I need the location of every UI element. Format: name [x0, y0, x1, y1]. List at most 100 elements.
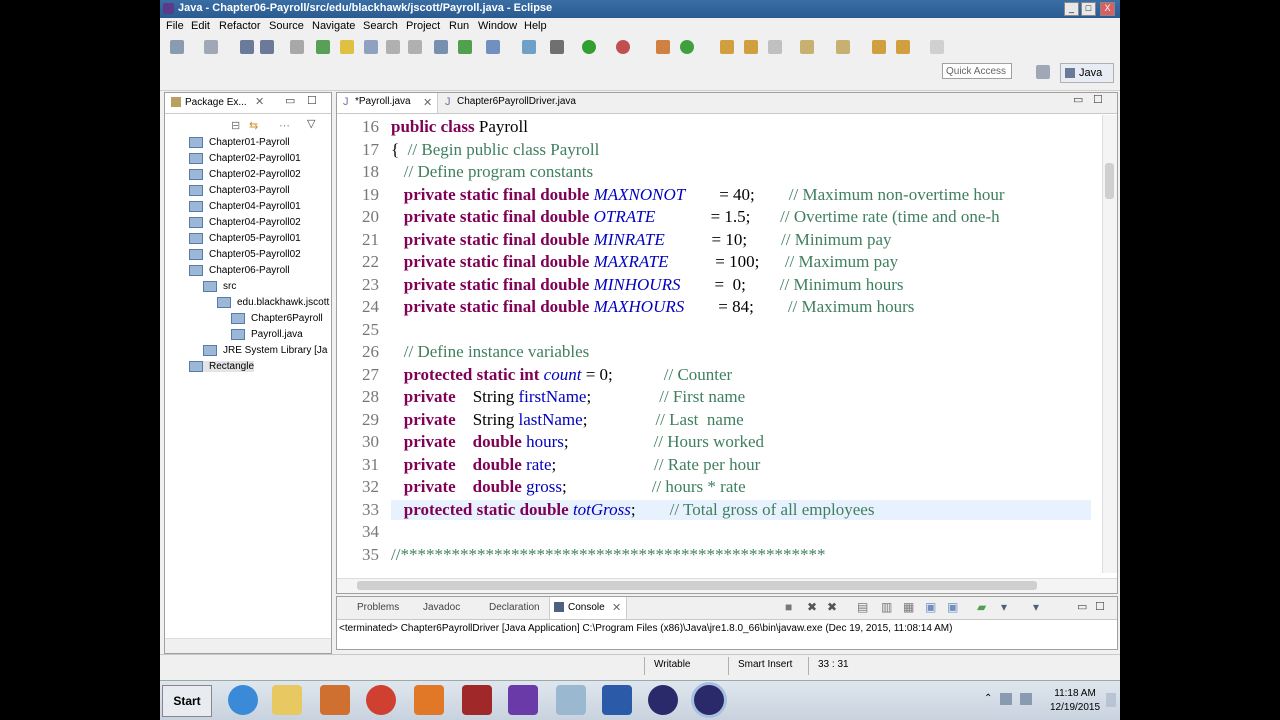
scroll-thumb[interactable] — [1105, 163, 1114, 199]
open-console-icon[interactable]: ▾ — [1033, 600, 1039, 614]
menu-refactor[interactable]: Refactor — [219, 20, 261, 32]
show-on-error-icon[interactable]: ▣ — [947, 600, 958, 614]
internet-explorer-icon[interactable] — [228, 685, 258, 715]
menu-source[interactable]: Source — [269, 20, 304, 32]
close-tab-icon[interactable]: ✕ — [423, 96, 432, 109]
save-all-icon[interactable] — [260, 40, 274, 54]
menu-search[interactable]: Search — [363, 20, 398, 32]
start-button[interactable]: Start — [162, 685, 212, 717]
tree-horizontal-scrollbar[interactable] — [165, 638, 331, 653]
menu-edit[interactable]: Edit — [191, 20, 210, 32]
hscroll-thumb[interactable] — [357, 581, 1037, 590]
tab-problems[interactable]: Problems — [357, 602, 399, 613]
tree-item[interactable]: Chapter03-Payroll — [189, 185, 290, 196]
clear-console-icon[interactable]: ▤ — [857, 600, 868, 614]
editor-horizontal-scrollbar[interactable] — [337, 578, 1117, 593]
menu-navigate[interactable]: Navigate — [312, 20, 355, 32]
editor-vertical-scrollbar[interactable] — [1102, 115, 1117, 573]
collapse-all-icon[interactable]: ⊟ — [231, 119, 240, 132]
last-edit-icon[interactable] — [872, 40, 886, 54]
minimize-console-icon[interactable]: ▭ — [1077, 600, 1087, 613]
whitespace-icon[interactable] — [408, 40, 422, 54]
tab-javadoc[interactable]: Javadoc — [423, 602, 460, 613]
link-editor-icon[interactable]: ⇆ — [249, 119, 258, 132]
tree-item[interactable]: Payroll.java — [231, 329, 303, 340]
next-annotation-icon[interactable] — [800, 40, 814, 54]
chrome-icon[interactable] — [366, 685, 396, 715]
tab-driver-java[interactable]: J Chapter6PayrollDriver.java — [441, 93, 601, 113]
close-tab-icon[interactable]: ✕ — [612, 601, 621, 614]
tree-item[interactable]: Rectangle — [189, 361, 255, 373]
tree-item[interactable]: Chapter01-Payroll — [189, 137, 290, 148]
terminate-icon[interactable]: ■ — [785, 600, 792, 614]
debug-config-icon[interactable] — [458, 40, 472, 54]
menu-help[interactable]: Help — [524, 20, 547, 32]
open-perspective-icon[interactable] — [1036, 65, 1050, 79]
menu-file[interactable]: File — [166, 20, 184, 32]
maximize-button[interactable]: □ — [1081, 2, 1096, 16]
close-tab-icon[interactable]: ✕ — [255, 95, 264, 108]
new-java-project-icon[interactable] — [656, 40, 670, 54]
visual-studio-icon[interactable] — [508, 685, 538, 715]
tree-item[interactable]: Chapter06-Payroll — [189, 265, 290, 276]
file-explorer-icon[interactable] — [272, 685, 302, 715]
tree-item[interactable]: Chapter02-Payroll02 — [189, 169, 301, 180]
volume-icon[interactable] — [1020, 693, 1032, 705]
open-task-icon[interactable] — [486, 40, 500, 54]
print-icon[interactable] — [290, 40, 304, 54]
show-desktop-icon[interactable] — [1106, 693, 1116, 707]
tree-item[interactable]: edu.blackhawk.jscott — [217, 297, 329, 308]
tab-payroll-java[interactable]: J *Payroll.java ✕ — [337, 93, 438, 113]
highlight-icon[interactable] — [340, 40, 354, 54]
access-icon[interactable] — [462, 685, 492, 715]
run-icon[interactable] — [582, 40, 596, 54]
block-select-icon[interactable] — [386, 40, 400, 54]
tree-item[interactable]: Chapter04-Payroll01 — [189, 201, 301, 212]
view-dropdown-icon[interactable]: ▽ — [307, 117, 315, 130]
view-menu-icon[interactable]: ⋯ — [279, 119, 290, 132]
minimize-editor-icon[interactable]: ▭ — [1073, 93, 1083, 106]
maximize-console-icon[interactable]: ☐ — [1095, 600, 1105, 613]
forward-icon[interactable] — [930, 40, 944, 54]
eclipse-active-icon[interactable] — [694, 685, 724, 715]
back-icon[interactable] — [896, 40, 910, 54]
new-class-icon[interactable] — [680, 40, 694, 54]
word-wrap-icon[interactable]: ▦ — [903, 600, 914, 614]
network-icon[interactable] — [1000, 693, 1012, 705]
minimize-button[interactable]: _ — [1064, 2, 1079, 16]
java-perspective-button[interactable]: Java — [1060, 63, 1114, 83]
toggle-icon[interactable] — [364, 40, 378, 54]
tree-item[interactable]: Chapter05-Payroll02 — [189, 249, 301, 260]
notepad-icon[interactable] — [556, 685, 586, 715]
tree-item[interactable]: Chapter04-Payroll02 — [189, 217, 301, 228]
new-icon[interactable] — [170, 40, 184, 54]
close-button[interactable]: X — [1100, 2, 1115, 16]
media-player-icon[interactable] — [320, 685, 350, 715]
menu-run[interactable]: Run — [449, 20, 469, 32]
menu-window[interactable]: Window — [478, 20, 517, 32]
tree-item[interactable]: Chapter6Payroll — [231, 313, 323, 324]
open-type-icon[interactable] — [720, 40, 734, 54]
debug-icon[interactable] — [550, 40, 564, 54]
system-clock[interactable]: 11:18 AM 12/19/2015 — [1050, 687, 1100, 715]
remove-launch-icon[interactable]: ✖ — [807, 600, 817, 614]
previous-annotation-icon[interactable] — [836, 40, 850, 54]
pin-console-icon[interactable]: ▰ — [977, 600, 986, 614]
word-icon[interactable] — [602, 685, 632, 715]
scroll-lock-icon[interactable]: ▥ — [881, 600, 892, 614]
display-console-icon[interactable]: ▾ — [1001, 600, 1007, 614]
xampp-icon[interactable] — [414, 685, 444, 715]
build-icon[interactable] — [316, 40, 330, 54]
show-hidden-icons-icon[interactable]: ⌃ — [984, 693, 992, 704]
remove-all-icon[interactable]: ✖ — [827, 600, 837, 614]
new-file-icon[interactable] — [204, 40, 218, 54]
tree-item[interactable]: JRE System Library [Ja — [203, 345, 327, 356]
save-icon[interactable] — [240, 40, 254, 54]
search-icon[interactable] — [768, 40, 782, 54]
quick-access-input[interactable]: Quick Access — [942, 63, 1012, 79]
tree-item[interactable]: src — [203, 281, 236, 292]
minimize-view-icon[interactable]: ▭ — [285, 94, 295, 107]
tools-icon[interactable] — [522, 40, 536, 54]
eclipse-icon[interactable] — [648, 685, 678, 715]
external-tools-icon[interactable] — [616, 40, 630, 54]
